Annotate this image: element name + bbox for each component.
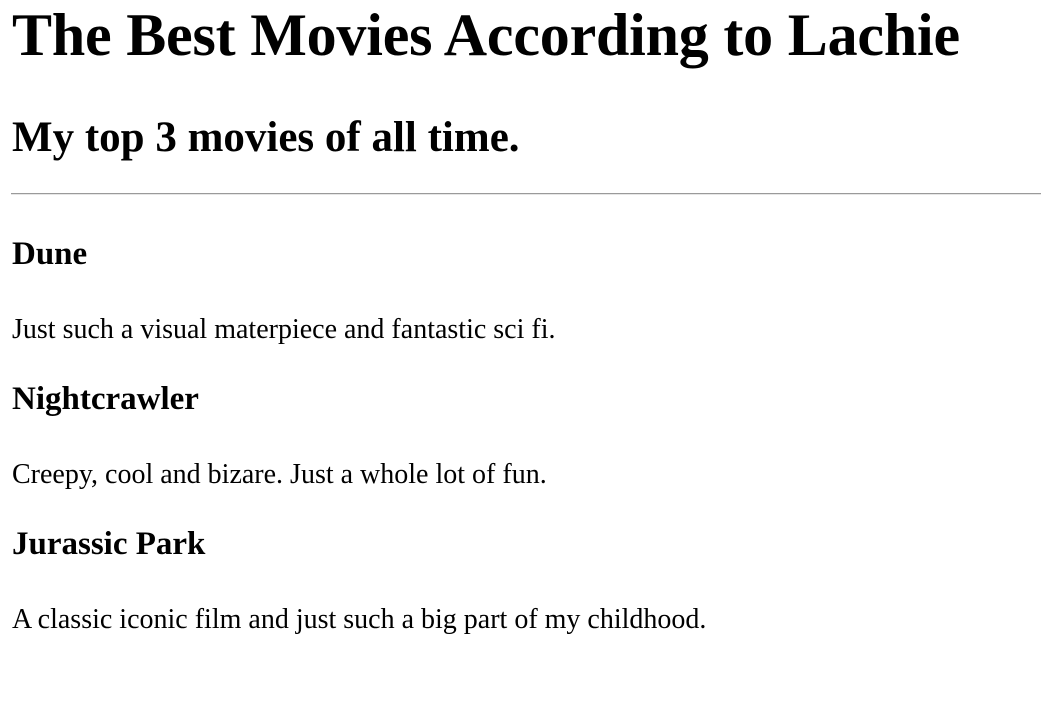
movie-description-jurassic-park: A classic iconic film and just such a bi… — [12, 604, 707, 635]
movie-description-dune: Just such a visual materpiece and fantas… — [12, 314, 556, 345]
page-subtitle: My top 3 movies of all time. — [12, 114, 520, 161]
movie-title-nightcrawler: Nightcrawler — [12, 381, 199, 417]
movie-title-jurassic-park: Jurassic Park — [12, 526, 206, 562]
page-title: The Best Movies According to Lachie — [12, 2, 960, 68]
divider — [11, 193, 1041, 195]
movie-description-nightcrawler: Creepy, cool and bizare. Just a whole lo… — [12, 459, 547, 490]
movie-title-dune: Dune — [12, 236, 88, 272]
page-content: The Best Movies According to Lachie My t… — [0, 0, 1050, 636]
